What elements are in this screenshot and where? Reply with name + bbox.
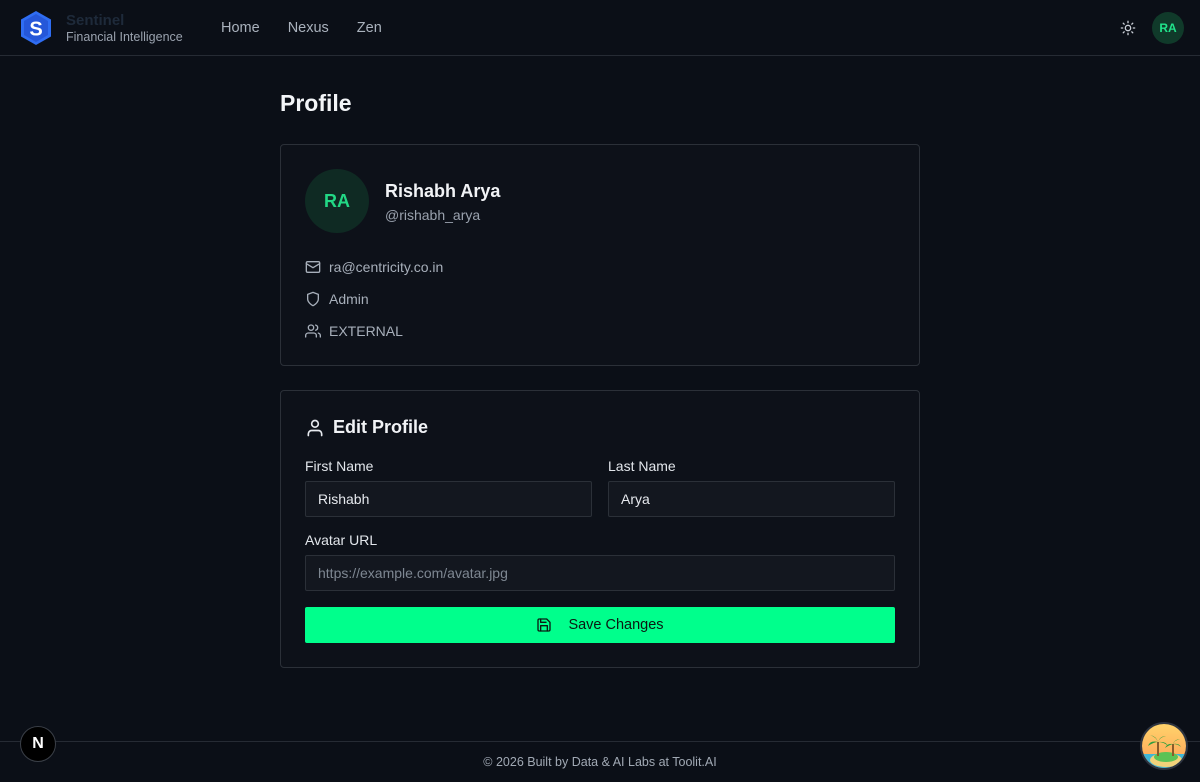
edit-profile-card: Edit Profile First Name Last Name Avatar… [280, 390, 920, 668]
nav-home[interactable]: Home [221, 20, 260, 36]
page-title: Profile [280, 90, 352, 116]
svg-text:S: S [29, 19, 42, 41]
profile-email: ra@centricity.co.in [329, 259, 444, 275]
island-avatar-icon[interactable] [1140, 722, 1188, 770]
nav-nexus[interactable]: Nexus [288, 20, 329, 36]
save-changes-label: Save Changes [568, 617, 664, 633]
edit-profile-title: Edit Profile [333, 417, 429, 437]
top-navbar: S Sentinel Financial Intelligence Home N… [0, 0, 1200, 56]
shield-icon [305, 291, 321, 307]
profile-handle: @rishabh_arya [385, 207, 481, 223]
user-icon [305, 418, 325, 438]
main-nav: Home Nexus Zen [221, 0, 382, 56]
brand[interactable]: S Sentinel Financial Intelligence [20, 10, 183, 46]
profile-card: RA Rishabh Arya @rishabh_arya ra@centric… [280, 144, 920, 366]
first-name-label: First Name [305, 458, 374, 474]
footer-text: © 2026 Built by Data & AI Labs at Toolit… [483, 755, 717, 769]
users-icon [305, 323, 321, 339]
profile-email-row: ra@centricity.co.in [305, 259, 443, 275]
mail-icon [305, 259, 321, 275]
nav-zen[interactable]: Zen [357, 20, 382, 36]
save-icon [536, 617, 552, 633]
profile-role: Admin [329, 291, 369, 307]
brand-name: Sentinel [66, 11, 125, 29]
nextjs-dev-badge[interactable]: N [20, 726, 56, 762]
sun-icon [1120, 20, 1136, 36]
avatar-url-label: Avatar URL [305, 532, 378, 548]
profile-group: EXTERNAL [329, 323, 403, 339]
edit-profile-heading: Edit Profile [305, 417, 428, 438]
profile-group-row: EXTERNAL [305, 323, 403, 339]
user-avatar-button[interactable]: RA [1152, 12, 1184, 44]
save-changes-button[interactable]: Save Changes [305, 607, 895, 643]
footer: © 2026 Built by Data & AI Labs at Toolit… [0, 741, 1200, 782]
theme-toggle-button[interactable] [1117, 17, 1139, 39]
first-name-input[interactable] [305, 481, 592, 517]
profile-role-row: Admin [305, 291, 369, 307]
last-name-input[interactable] [608, 481, 895, 517]
profile-avatar: RA [305, 169, 369, 233]
brand-subtitle: Financial Intelligence [66, 29, 183, 44]
profile-name: Rishabh Arya [385, 181, 501, 201]
last-name-label: Last Name [608, 458, 676, 474]
avatar-url-input[interactable] [305, 555, 895, 591]
sentinel-logo-icon: S [21, 11, 51, 45]
